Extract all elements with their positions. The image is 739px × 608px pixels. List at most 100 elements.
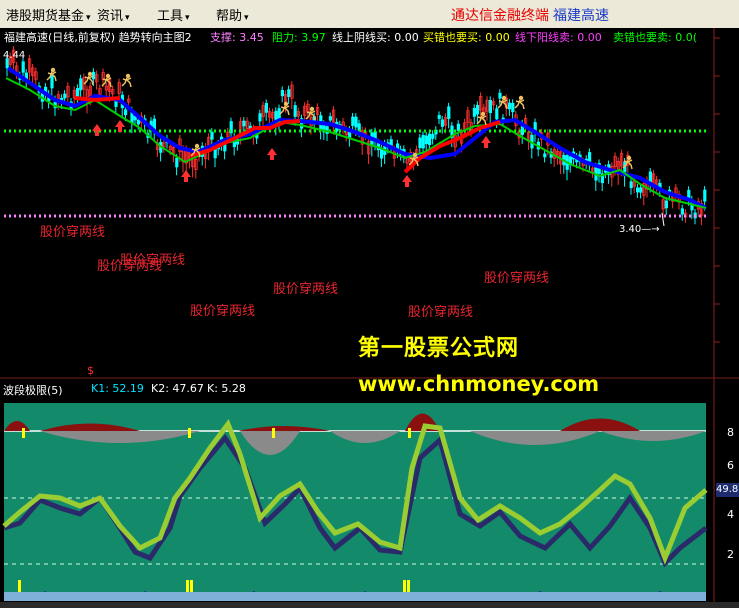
candle-body <box>421 135 425 149</box>
candle-body <box>475 104 480 115</box>
main-chart-title: 福建高速(日线,前复权) 趋势转向主图2 <box>4 31 192 44</box>
current-value-tag: 49.8 <box>716 483 739 497</box>
menu-bar: 港股期货基金 ▾ 资讯 ▾ 工具 ▾ 帮助 ▾ 通达信金融终端 福建高速 <box>0 0 739 29</box>
watermark-title: 第一股票公式网 <box>358 336 520 361</box>
signal-tick <box>403 580 406 592</box>
candle-body <box>424 135 429 145</box>
runner-icon <box>194 143 200 149</box>
candle-body <box>264 102 269 113</box>
cross-signal-label: 股价穿两线 <box>484 271 550 286</box>
candle-body <box>136 119 140 125</box>
candle-body <box>543 153 547 158</box>
cross-signal-label: 股价穿两线 <box>40 225 106 240</box>
candle-body <box>354 116 358 128</box>
candle-body <box>242 120 246 127</box>
signal-tick <box>186 580 189 592</box>
candle-body <box>175 157 179 168</box>
candle-body <box>418 137 422 149</box>
candle-body <box>680 208 685 215</box>
sub-bottom-band <box>4 592 706 601</box>
k2-readout: K2: 47.67 <box>151 382 204 395</box>
red-trend-line-1 <box>74 96 121 103</box>
runner-icon <box>105 73 111 79</box>
candle-body <box>21 61 25 73</box>
chevron-down-icon: ▾ <box>125 13 130 23</box>
candle-body <box>389 139 393 146</box>
candle-body <box>488 99 493 114</box>
candle-body <box>440 119 445 127</box>
candle-body <box>431 133 435 139</box>
candle-body <box>639 187 643 193</box>
candle-body <box>629 181 633 189</box>
chevron-down-icon: ▾ <box>185 13 190 23</box>
runner-icon <box>125 73 131 79</box>
resistance-readout: 阻力: 3.97 <box>272 31 326 44</box>
signal-tick <box>18 580 21 592</box>
bottom-scroll-bar[interactable] <box>0 602 739 608</box>
candle-body <box>437 115 441 119</box>
low-price-label: 3.40—→ <box>619 224 660 235</box>
menu-tools[interactable]: 工具 ▾ <box>157 5 190 24</box>
signal-tick <box>407 580 410 592</box>
buy-bear-readout: 线上阴线买: 0.00 <box>332 31 419 44</box>
watermark-url: www.chnmoney.com <box>358 372 600 396</box>
candle-body <box>511 102 515 113</box>
sub-indicator-title: 波段极限(5) <box>3 384 63 397</box>
sub-axis-tick: 6 <box>727 459 734 472</box>
candle-body <box>427 133 432 146</box>
candle-body <box>703 189 707 202</box>
candle-body <box>664 200 669 209</box>
runner-icon <box>50 67 56 73</box>
menu-news[interactable]: 资讯 ▾ <box>97 5 130 24</box>
sell-bull-readout: 线下阳线卖: 0.00 <box>515 31 602 44</box>
candle-body <box>79 78 83 91</box>
candle-body <box>124 109 128 116</box>
signal-tick <box>188 428 191 438</box>
candle-body <box>293 105 297 117</box>
dollar-marker: $ <box>87 364 94 377</box>
candle-body <box>507 102 512 110</box>
sub-axis-tick: 8 <box>727 426 734 439</box>
candle-body <box>63 93 67 99</box>
sub-axis-tick: 2 <box>727 548 734 561</box>
sub-axis-tick: 4 <box>727 508 734 521</box>
candle-body <box>357 123 361 131</box>
candle-body <box>280 90 285 97</box>
runner-icon <box>626 155 632 161</box>
runner-icon <box>412 152 418 158</box>
sell-anyway-readout: 卖错也要卖: 0.0( <box>613 31 698 44</box>
cross-signal-label: 股价穿两线 <box>97 259 163 274</box>
menu-hk-futures-funds[interactable]: 港股期货基金 ▾ <box>6 5 91 24</box>
chart-area[interactable] <box>0 28 739 608</box>
support-readout: 支撑: 3.45 <box>210 31 264 44</box>
cross-signal-label: 股价穿两线 <box>190 304 256 319</box>
cross-signal-label: 股价穿两线 <box>273 282 339 297</box>
candle-body <box>687 189 691 199</box>
runner-icon <box>501 95 507 101</box>
candle-body <box>495 108 499 120</box>
menu-help[interactable]: 帮助 ▾ <box>216 5 249 24</box>
signal-tick <box>272 428 275 438</box>
signal-tick <box>408 428 411 438</box>
candle-body <box>472 107 477 117</box>
stock-name: 福建高速 <box>553 8 609 24</box>
signal-tick <box>22 428 25 438</box>
k1-readout: K1: 52.19 <box>91 382 144 395</box>
candle-body <box>328 116 333 121</box>
candle-body <box>447 106 451 119</box>
runner-icon <box>87 71 93 77</box>
candle-body <box>588 152 592 163</box>
app-brand: 通达信金融终端 <box>451 8 549 24</box>
candle-body <box>76 87 80 97</box>
candle-body <box>351 116 355 126</box>
candle-body <box>287 89 291 97</box>
buy-anyway-readout: 买错也要买: 0.00 <box>423 31 510 44</box>
high-price-label: 4.44 <box>3 50 26 61</box>
candle-body <box>258 113 262 122</box>
candle-body <box>636 187 640 193</box>
runner-icon <box>480 111 486 117</box>
cross-signal-label: 股价穿两线 <box>408 305 474 320</box>
signal-tick <box>190 580 193 592</box>
candle-body <box>498 92 502 99</box>
k-readout: K: 5.28 <box>207 382 246 395</box>
